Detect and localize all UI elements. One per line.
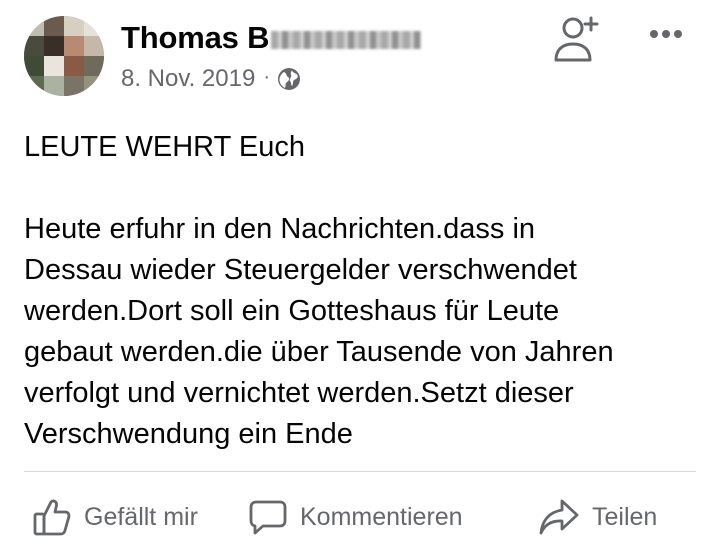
post-actions-bar: Gefällt mir Kommentieren Teilen [0,488,720,546]
post-body: LEUTE WEHRT Euch Heute erfuhr in den Nac… [24,127,700,455]
post-text: Heute erfuhr in den Nachrichten.dass in … [24,209,700,455]
globe-icon [277,68,300,90]
share-arrow-icon [539,499,579,535]
share-button[interactable]: Teilen [538,488,657,546]
post-text-line: Dessau wieder Steuergelder verschwendet [24,254,577,286]
thumbs-up-icon [33,499,71,536]
redacted-surname [271,31,422,49]
post-date[interactable]: 8. Nov. 2019 [121,65,255,93]
share-label: Teilen [592,502,658,531]
post-card: Thomas B 8. Nov. 2019 · LEUTE WEHRT Euch… [0,0,720,556]
post-text-line: Verschwendung ein Ende [24,418,353,450]
author-avatar[interactable] [24,16,104,96]
like-label: Gefällt mir [84,502,198,531]
add-friend-icon[interactable] [552,14,602,64]
like-button[interactable]: Gefällt mir [32,488,198,546]
author-name[interactable]: Thomas B [121,20,269,56]
post-headline: LEUTE WEHRT Euch [24,131,305,163]
post-meta: 8. Nov. 2019 · [121,64,301,94]
post-text-line: verfolgt und vernichtet werden.Setzt die… [24,377,574,409]
comment-label: Kommentieren [300,502,463,531]
author-row: Thomas B [121,18,422,58]
comment-bubble-icon [249,500,287,535]
comment-button[interactable]: Kommentieren [248,488,463,546]
avatar-image [24,16,104,96]
more-options-icon[interactable] [648,24,684,44]
post-text-line: werden.Dort soll ein Gotteshaus für Leut… [24,295,560,327]
actions-divider [24,471,696,472]
meta-separator: · [263,65,270,88]
post-text-line: Heute erfuhr in den Nachrichten.dass in [24,213,536,245]
post-text-line: gebaut werden.die über Tausende von Jahr… [24,336,614,368]
